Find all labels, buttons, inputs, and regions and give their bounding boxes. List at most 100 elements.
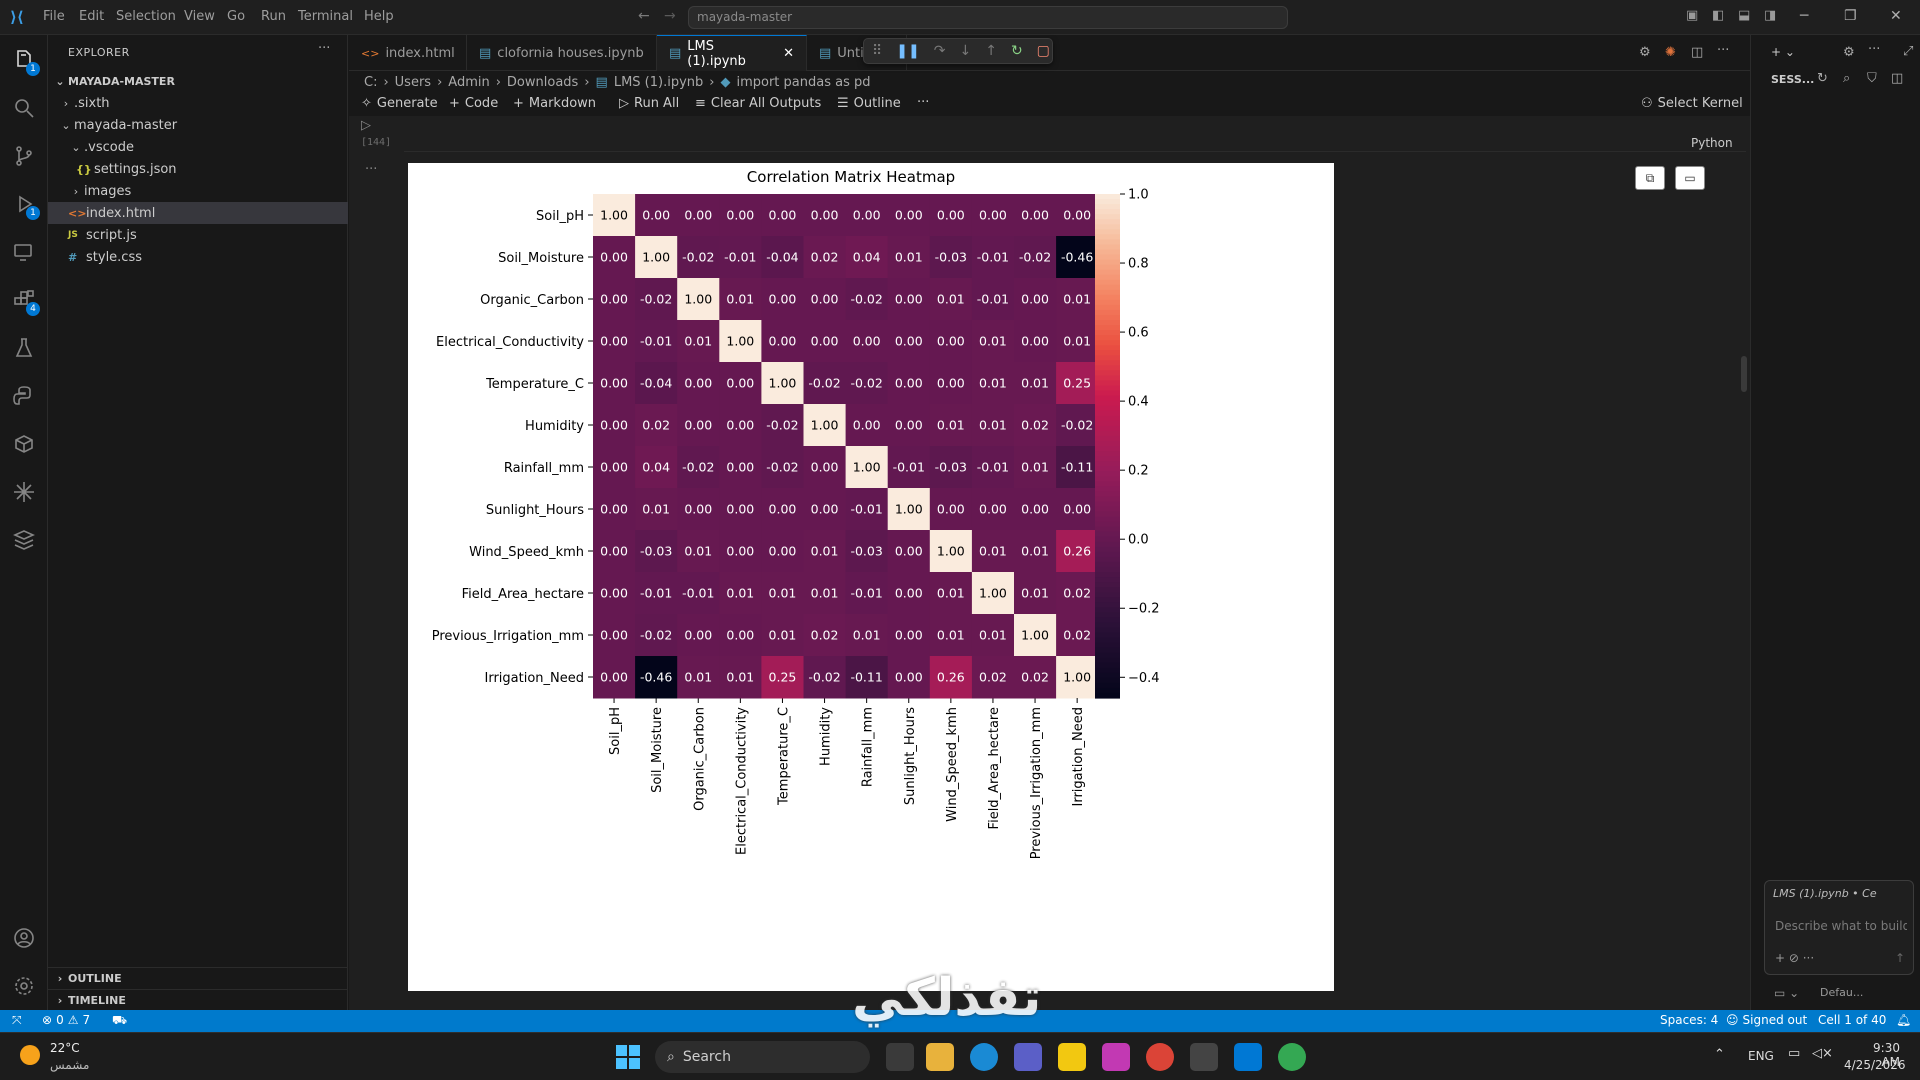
cell-position-status[interactable]: Cell 1 of 40 bbox=[1818, 1013, 1886, 1027]
drag-handle-icon[interactable]: ⠿ bbox=[872, 43, 882, 59]
tab-clofornia-houses[interactable]: ▤ clofornia houses.ipynb bbox=[467, 35, 657, 71]
more-actions-icon[interactable]: ··· bbox=[917, 95, 929, 110]
remote-explorer-icon[interactable] bbox=[10, 238, 38, 266]
breadcrumb-item[interactable]: Users bbox=[395, 75, 431, 90]
save-output-icon[interactable]: ▭ bbox=[1675, 166, 1705, 190]
search-icon[interactable]: ⌕ bbox=[1843, 71, 1850, 86]
problems-indicator[interactable]: ⊗ 0 ⚠ 7 bbox=[42, 1013, 90, 1027]
tree-item-vscode[interactable]: ⌄ .vscode bbox=[48, 136, 348, 158]
sparkle-icon[interactable] bbox=[10, 478, 38, 506]
snipping-tool-icon[interactable] bbox=[1102, 1043, 1130, 1071]
remote-indicator-icon[interactable]: ⤧ bbox=[12, 1013, 22, 1028]
vertical-scrollbar[interactable] bbox=[1741, 356, 1747, 392]
weather-temp[interactable]: 22°C bbox=[50, 1041, 80, 1055]
restore-icon[interactable]: ❐ bbox=[1844, 8, 1857, 24]
cell-language[interactable]: Python bbox=[1691, 136, 1733, 150]
tree-item-mayada-master[interactable]: ⌄ mayada-master bbox=[48, 114, 348, 136]
panel-icon[interactable]: ◫ bbox=[1891, 71, 1903, 86]
minimize-icon[interactable]: ─ bbox=[1800, 8, 1808, 24]
containers-icon[interactable] bbox=[10, 430, 38, 458]
breadcrumb-item[interactable]: import pandas as pd bbox=[736, 75, 870, 90]
chat-toolbar-icons[interactable]: + ⊘ ··· bbox=[1775, 951, 1814, 965]
outline-section[interactable]: › OUTLINE bbox=[48, 967, 348, 989]
menu-go[interactable]: Go bbox=[227, 9, 245, 24]
chat-mode-select[interactable]: Defau... bbox=[1820, 986, 1863, 999]
tree-item-settings-json[interactable]: {} settings.json bbox=[48, 158, 348, 180]
send-icon[interactable]: ↑ bbox=[1895, 951, 1905, 965]
copy-output-icon[interactable]: ⧉ bbox=[1635, 166, 1665, 190]
chrome-icon[interactable] bbox=[1278, 1043, 1306, 1071]
extensions-icon[interactable]: 4 bbox=[10, 286, 40, 316]
settings-icon[interactable]: ⚙ bbox=[1639, 45, 1651, 60]
chat-input-box[interactable]: LMS (1).ipynb • Ce Describe what to buil… bbox=[1764, 880, 1914, 975]
tree-item-style-css[interactable]: # style.css bbox=[48, 246, 348, 268]
run-all-button[interactable]: ▷ Run All bbox=[619, 96, 679, 111]
stack-icon[interactable] bbox=[10, 526, 38, 554]
file-explorer-icon[interactable] bbox=[926, 1043, 954, 1071]
layout-icon[interactable]: ▣ bbox=[1686, 8, 1698, 23]
menu-edit[interactable]: Edit bbox=[79, 9, 104, 24]
clear-outputs-button[interactable]: ≡ Clear All Outputs bbox=[695, 96, 821, 111]
tray-overflow-icon[interactable]: ⌃ bbox=[1714, 1047, 1725, 1062]
sparkle-status-icon[interactable]: ✺ bbox=[1665, 45, 1676, 60]
explorer-root[interactable]: ⌄ MAYADA-MASTER bbox=[48, 70, 348, 92]
toggle-secondary-sidebar-icon[interactable]: ◨ bbox=[1764, 8, 1776, 23]
add-icon[interactable]: + ⌄ bbox=[1771, 45, 1795, 59]
notifications-icon[interactable]: 🔔︎ bbox=[1896, 1013, 1911, 1027]
step-over-icon[interactable]: ↷ bbox=[934, 43, 946, 59]
back-arrow-icon[interactable]: ← bbox=[638, 8, 650, 24]
run-cell-icon[interactable]: ▷ bbox=[361, 118, 371, 133]
testing-icon[interactable] bbox=[10, 334, 38, 362]
explorer-icon[interactable]: 1 bbox=[10, 46, 40, 76]
menu-run[interactable]: Run bbox=[261, 9, 286, 24]
step-out-icon[interactable]: ↑ bbox=[985, 43, 997, 59]
tree-item-images[interactable]: › images bbox=[48, 180, 348, 202]
indentation-status[interactable]: Spaces: 4 bbox=[1660, 1013, 1718, 1027]
select-kernel-button[interactable]: ⚇ Select Kernel bbox=[1641, 96, 1743, 111]
account-status[interactable]: ☺ Signed out bbox=[1726, 1013, 1807, 1027]
add-code-button[interactable]: + Code bbox=[449, 96, 498, 111]
breadcrumb-item[interactable]: LMS (1).ipynb bbox=[614, 75, 703, 90]
edge-browser-icon[interactable] bbox=[970, 1043, 998, 1071]
ports-icon[interactable]: ⛟ bbox=[112, 1013, 127, 1029]
task-view-icon[interactable] bbox=[886, 1043, 914, 1071]
close-tab-icon[interactable]: ✕ bbox=[783, 46, 794, 61]
command-center-search[interactable]: mayada-master bbox=[688, 6, 1288, 29]
split-editor-icon[interactable]: ◫ bbox=[1691, 45, 1703, 60]
teams-icon[interactable] bbox=[1014, 1043, 1042, 1071]
pause-icon[interactable]: ❚❚ bbox=[896, 43, 919, 59]
menu-help[interactable]: Help bbox=[364, 9, 394, 24]
stop-icon[interactable]: ▢ bbox=[1037, 43, 1050, 59]
timeline-section[interactable]: › TIMELINE bbox=[48, 989, 348, 1011]
breadcrumb-item[interactable]: Admin bbox=[448, 75, 489, 90]
filter-icon[interactable]: ⛉ bbox=[1867, 71, 1877, 86]
chrome-profile-icon[interactable] bbox=[1146, 1043, 1174, 1071]
settings-gear-icon[interactable] bbox=[10, 972, 38, 1000]
more-actions-icon[interactable]: ··· bbox=[1868, 42, 1880, 57]
toggle-panel-icon[interactable]: ⬓ bbox=[1738, 8, 1750, 23]
clock-date[interactable]: 4/25/2026 bbox=[1844, 1058, 1906, 1072]
refresh-icon[interactable]: ↻ bbox=[1817, 71, 1828, 86]
run-debug-icon[interactable]: 1 bbox=[10, 190, 40, 220]
chat-context-chip[interactable]: LMS (1).ipynb • Ce bbox=[1773, 887, 1909, 900]
source-control-icon[interactable] bbox=[10, 142, 38, 170]
tree-item-index-html[interactable]: <> index.html bbox=[48, 202, 348, 224]
language-indicator[interactable]: ENG bbox=[1748, 1049, 1774, 1063]
menu-selection[interactable]: Selection bbox=[116, 9, 176, 24]
cell-editor[interactable] bbox=[404, 116, 1746, 152]
more-actions-icon[interactable]: ··· bbox=[1717, 43, 1729, 58]
windows-start-icon[interactable] bbox=[616, 1045, 640, 1069]
search-icon[interactable] bbox=[10, 94, 38, 122]
menu-view[interactable]: View bbox=[184, 9, 215, 24]
vscode-taskbar-icon[interactable] bbox=[1234, 1043, 1262, 1071]
outline-button[interactable]: ☰ Outline bbox=[837, 96, 901, 111]
tab-lms-ipynb[interactable]: ▤ LMS (1).ipynb ✕ bbox=[657, 35, 807, 71]
tree-item-script-js[interactable]: JS script.js bbox=[48, 224, 348, 246]
maximize-icon[interactable]: ⤢ bbox=[1903, 44, 1913, 59]
menu-terminal[interactable]: Terminal bbox=[298, 9, 353, 24]
network-icon[interactable]: ▭ bbox=[1788, 1046, 1800, 1061]
volume-icon[interactable]: ◁× bbox=[1812, 1046, 1833, 1061]
forward-arrow-icon[interactable]: → bbox=[664, 8, 676, 24]
taskbar-search[interactable]: ⌕ Search bbox=[655, 1041, 870, 1073]
power-bi-icon[interactable] bbox=[1058, 1043, 1086, 1071]
